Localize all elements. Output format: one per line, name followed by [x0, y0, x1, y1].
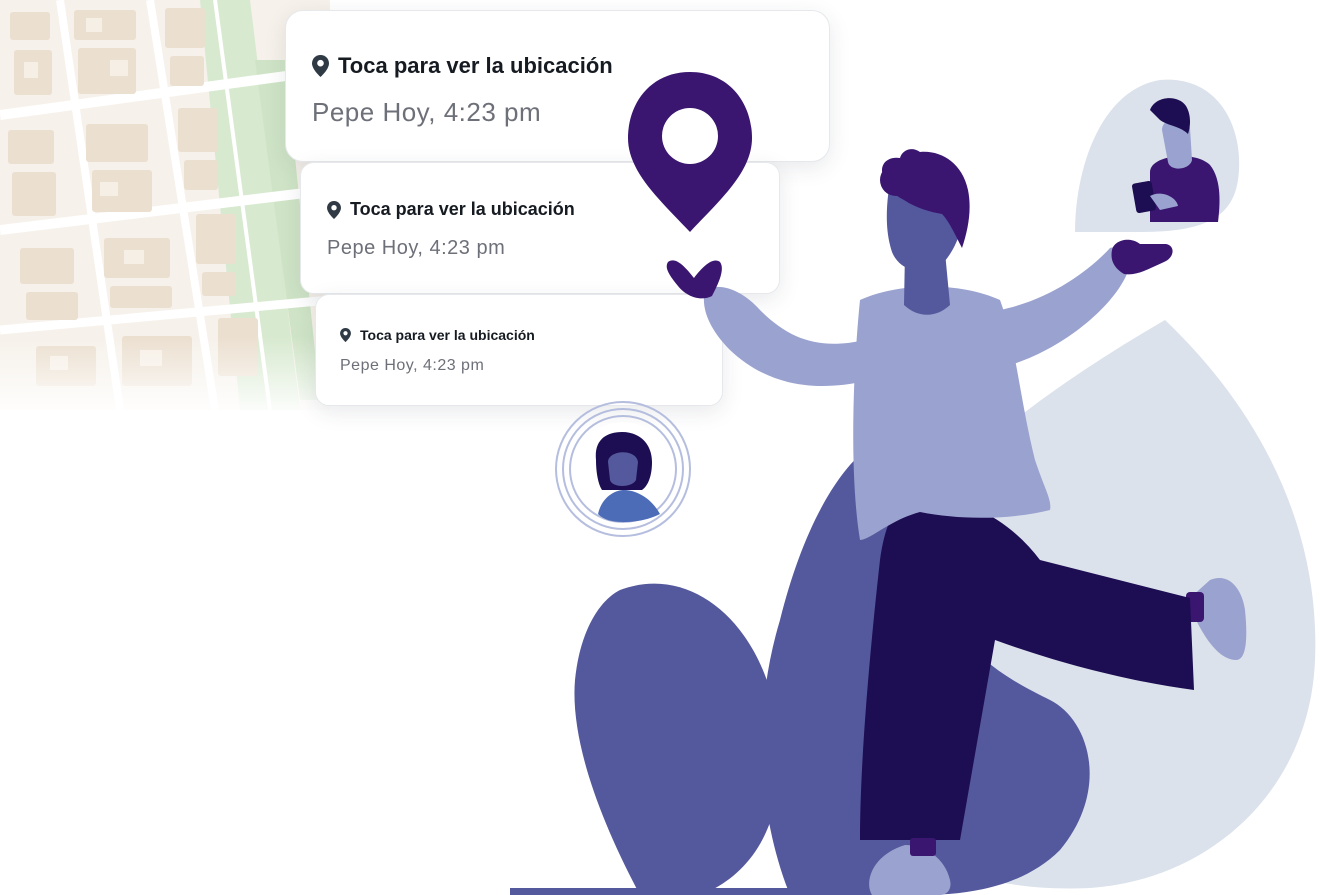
contact-avatar-man — [1075, 79, 1240, 232]
contact-avatar-woman — [555, 401, 691, 537]
location-marker-icon — [628, 72, 752, 232]
woman-figure — [666, 149, 1247, 895]
foreground-art — [555, 72, 1247, 895]
promo-illustration-scene: Toca para ver la ubicación Pepe Hoy, 4:2… — [0, 0, 1320, 895]
